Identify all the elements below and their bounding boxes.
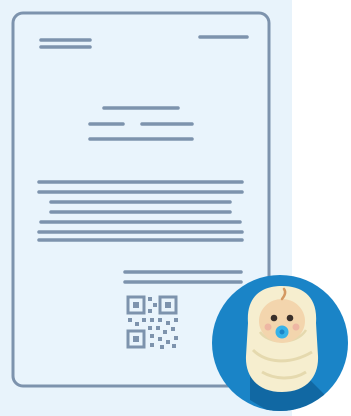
- document-body-lines: [37, 180, 244, 242]
- illustration-canvas: [0, 0, 351, 416]
- birth-certificate-illustration: [11, 11, 348, 411]
- baby-icon: [212, 275, 348, 411]
